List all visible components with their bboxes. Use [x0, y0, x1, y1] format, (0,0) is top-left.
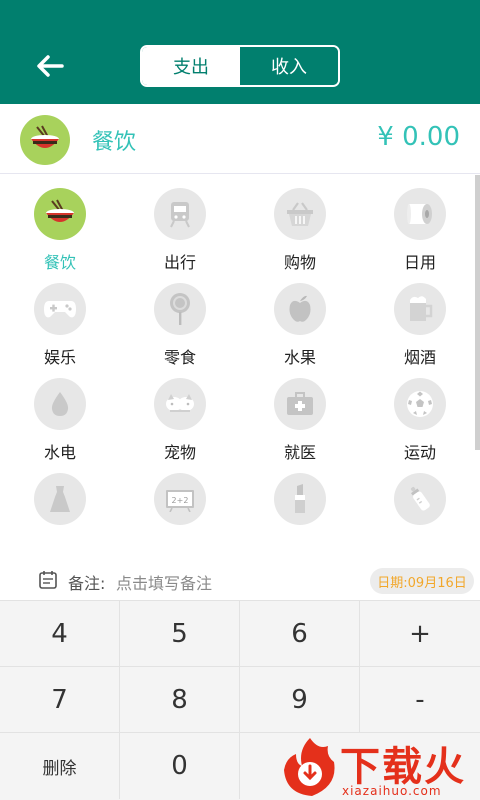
beer-icon	[394, 283, 446, 335]
key-4[interactable]: 4	[0, 601, 120, 667]
type-segmented-control: 支出 收入	[140, 45, 340, 87]
category-pets[interactable]: 宠物	[120, 365, 240, 462]
key-plus[interactable]: +	[360, 601, 480, 667]
train-icon	[154, 188, 206, 240]
category-education[interactable]: 2+2	[120, 460, 240, 535]
dress-icon	[34, 473, 86, 525]
blackboard-icon: 2+2	[154, 473, 206, 525]
category-baby[interactable]	[360, 460, 480, 535]
category-fruit[interactable]: 水果	[240, 270, 360, 367]
key-8[interactable]: 8	[120, 667, 240, 733]
watermark-url: xiazaihuo.com	[342, 784, 442, 798]
toilet-paper-icon	[394, 188, 446, 240]
back-button[interactable]	[30, 46, 70, 86]
svg-text:2+2: 2+2	[172, 496, 189, 505]
soccer-ball-icon	[394, 378, 446, 430]
category-clothing[interactable]	[0, 460, 120, 535]
key-5[interactable]: 5	[120, 601, 240, 667]
key-delete[interactable]: 删除	[0, 733, 120, 799]
rice-bowl-icon	[20, 115, 70, 165]
baby-bottle-icon	[394, 473, 446, 525]
category-scrollbar[interactable]	[475, 175, 480, 450]
category-beauty[interactable]	[240, 460, 360, 535]
tab-income[interactable]: 收入	[240, 47, 338, 85]
amount-display[interactable]: ¥ 0.00	[377, 122, 460, 152]
category-tobacco-alcohol[interactable]: 烟酒	[360, 270, 480, 367]
selected-category-name: 餐饮	[92, 130, 137, 155]
key-6[interactable]: 6	[240, 601, 360, 667]
watermark-logo: 下载火 xiazaihuo.com	[282, 734, 480, 800]
key-0[interactable]: 0	[120, 733, 240, 799]
category-utilities[interactable]: 水电	[0, 365, 120, 462]
date-button[interactable]: 日期:09月16日	[370, 568, 474, 594]
key-7[interactable]: 7	[0, 667, 120, 733]
apple-icon	[274, 283, 326, 335]
lollipop-icon	[154, 283, 206, 335]
category-travel[interactable]: 出行	[120, 175, 240, 272]
category-medical[interactable]: 就医	[240, 365, 360, 462]
category-shopping[interactable]: 购物	[240, 175, 360, 272]
water-drop-icon	[34, 378, 86, 430]
lipstick-icon	[274, 473, 326, 525]
app-header: 支出 收入	[0, 0, 480, 104]
flame-logo-icon	[284, 738, 335, 796]
key-minus[interactable]: -	[360, 667, 480, 733]
medical-kit-icon	[274, 378, 326, 430]
category-entertainment[interactable]: 娱乐	[0, 270, 120, 367]
pet-icon	[154, 378, 206, 430]
selected-category-bar: 餐饮 ¥ 0.00	[0, 104, 480, 174]
category-snacks[interactable]: 零食	[120, 270, 240, 367]
arrow-left-icon	[37, 55, 64, 77]
rice-bowl-icon	[34, 188, 86, 240]
tab-expense[interactable]: 支出	[142, 47, 240, 85]
category-daily[interactable]: 日用	[360, 175, 480, 272]
basket-icon	[274, 188, 326, 240]
note-row: 备注: 点击填写备注 日期:09月16日	[0, 560, 480, 600]
note-input[interactable]: 点击填写备注	[116, 570, 212, 594]
category-grid: 餐饮 出行 购物 日用 娱乐 零食 水果 烟酒 水电 宠物 就医 运动 2+2	[0, 175, 480, 535]
gamepad-icon	[34, 283, 86, 335]
notepad-icon	[39, 571, 57, 589]
key-9[interactable]: 9	[240, 667, 360, 733]
category-sports[interactable]: 运动	[360, 365, 480, 462]
category-dining[interactable]: 餐饮	[0, 175, 120, 272]
note-label: 备注:	[68, 574, 106, 593]
